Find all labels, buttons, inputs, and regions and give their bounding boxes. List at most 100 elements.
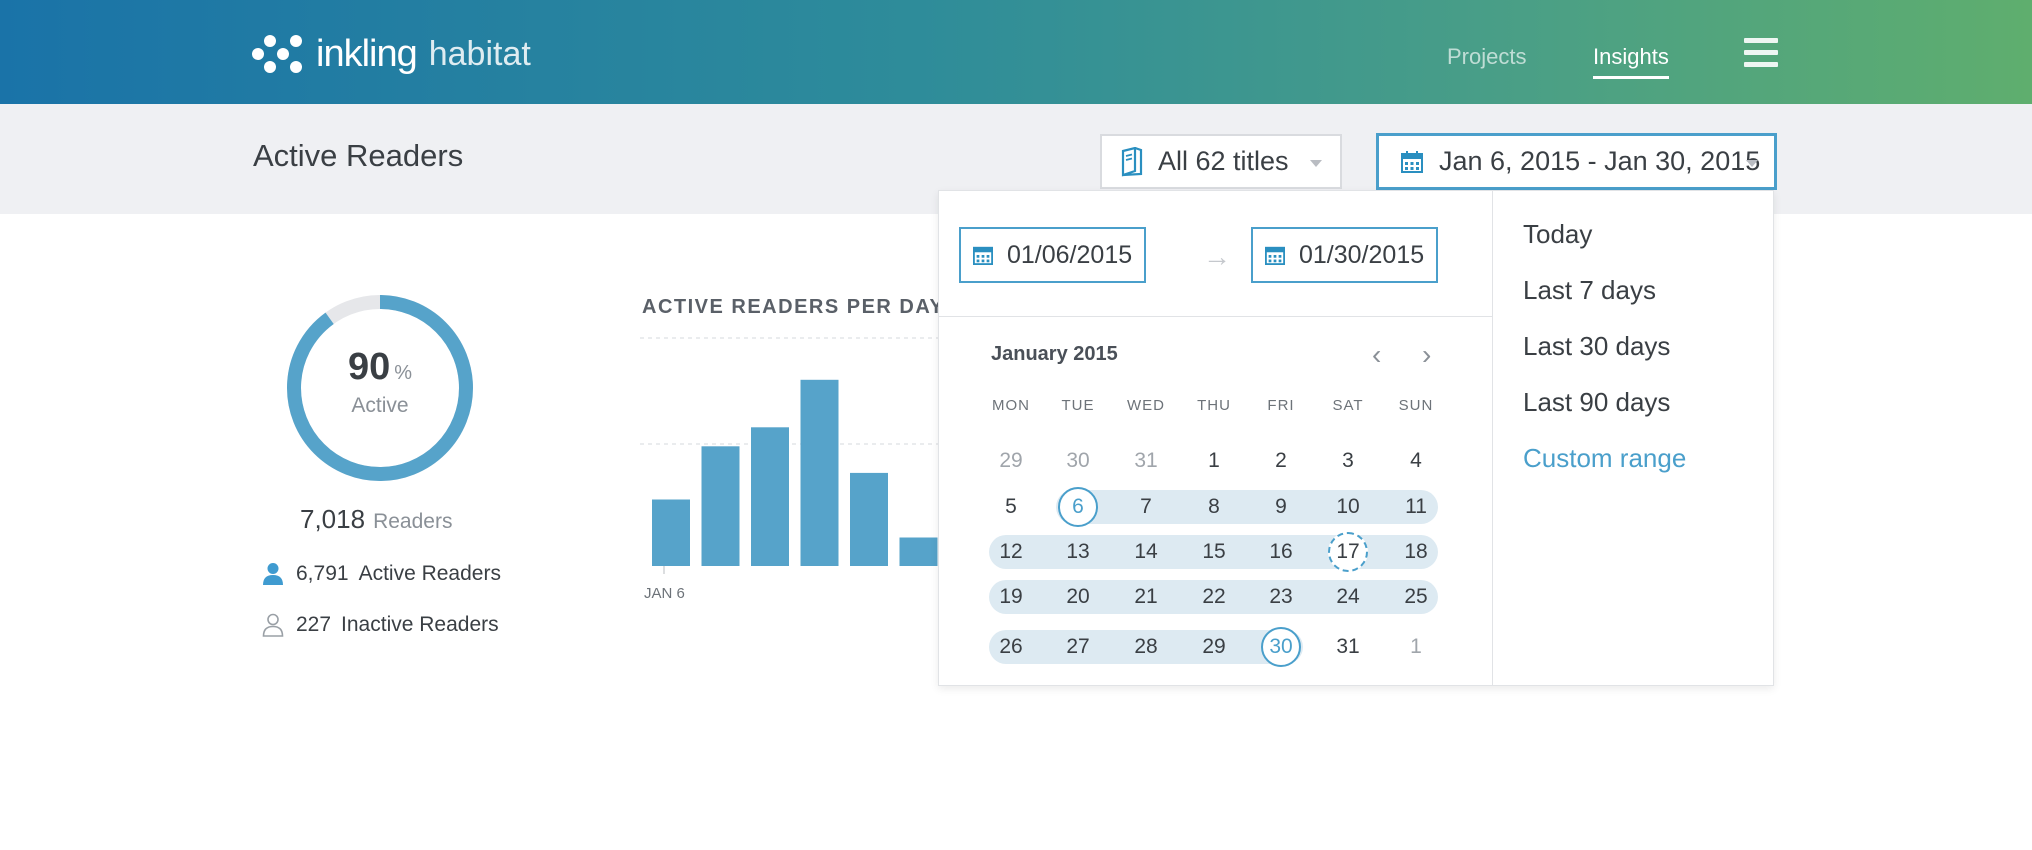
date-range-label: Jan 6, 2015 - Jan 30, 2015 <box>1439 146 1761 176</box>
weekday-header: THU <box>1197 397 1231 414</box>
calendar-day[interactable]: 10 <box>1328 487 1368 527</box>
preset-custom-range[interactable]: Custom range <box>1523 443 1686 474</box>
calendar-day[interactable]: 5 <box>991 487 1031 527</box>
weekday-header: FRI <box>1267 397 1295 414</box>
end-date-field[interactable]: 01/30/2015 <box>1251 227 1438 283</box>
inactive-readers-label: Inactive Readers <box>341 613 499 636</box>
total-readers-count: 7,018 <box>300 504 366 534</box>
brand-product: habitat <box>428 34 531 73</box>
divider <box>1492 191 1493 685</box>
calendar-month-label: January 2015 <box>991 343 1118 365</box>
chart-bar[interactable] <box>652 499 690 567</box>
calendar-day[interactable]: 15 <box>1194 532 1234 572</box>
start-date-field[interactable]: 01/06/2015 <box>959 227 1146 283</box>
chart-bar[interactable] <box>899 537 938 567</box>
x-axis-tick-label: JAN 6 <box>644 585 685 602</box>
calendar-day[interactable]: 28 <box>1126 627 1166 667</box>
weekday-header: SUN <box>1398 397 1434 414</box>
active-readers-label: Active Readers <box>358 562 501 585</box>
total-readers: 7,018 Readers <box>300 504 452 535</box>
calendar-day[interactable]: 26 <box>991 627 1031 667</box>
calendar-day[interactable]: 23 <box>1261 577 1301 617</box>
chevron-down-icon <box>1746 160 1758 167</box>
inkling-habitat-logo[interactable]: inkling habitat <box>252 30 531 78</box>
preset-last-90-days[interactable]: Last 90 days <box>1523 387 1670 418</box>
calendar-day[interactable]: 31 <box>1126 441 1166 481</box>
chart-bar[interactable] <box>751 427 789 566</box>
date-range-dropdown[interactable]: Jan 6, 2015 - Jan 30, 2015 <box>1376 133 1777 190</box>
chart-bar[interactable] <box>701 446 740 566</box>
titles-filter-dropdown[interactable]: All 62 titles <box>1100 134 1342 189</box>
active-readers-count: 6,791 <box>296 562 349 585</box>
calendar-day[interactable]: 2 <box>1261 441 1301 481</box>
active-percent-value: 90% <box>347 346 413 388</box>
nav-insights[interactable]: Insights <box>1593 44 1669 70</box>
calendar-day[interactable]: 11 <box>1396 487 1436 527</box>
book-icon <box>1121 146 1143 177</box>
calendar-day[interactable]: 4 <box>1396 441 1436 481</box>
weekday-header: SAT <box>1332 397 1364 414</box>
percent-sign: % <box>394 362 413 384</box>
start-date-value: 01/06/2015 <box>1007 240 1133 269</box>
preset-last-7-days[interactable]: Last 7 days <box>1523 275 1656 306</box>
selected-range-band <box>1056 490 1438 524</box>
chevron-right-icon[interactable]: › <box>1422 341 1431 369</box>
calendar-day[interactable]: 19 <box>991 577 1031 617</box>
calendar-day[interactable]: 30 <box>1261 627 1301 667</box>
calendar-day[interactable]: 29 <box>991 441 1031 481</box>
calendar-day[interactable]: 21 <box>1126 577 1166 617</box>
chart-title: ACTIVE READERS PER DAY <box>642 296 945 318</box>
calendar-day[interactable]: 12 <box>991 532 1031 572</box>
calendar-day[interactable]: 17 <box>1328 532 1368 572</box>
chart-bar[interactable] <box>850 472 888 566</box>
calendar-day[interactable]: 27 <box>1058 627 1098 667</box>
calendar-day[interactable]: 7 <box>1126 487 1166 527</box>
titles-filter-label: All 62 titles <box>1158 146 1289 176</box>
calendar-icon <box>1265 246 1285 265</box>
calendar-day[interactable]: 8 <box>1194 487 1234 527</box>
active-readers-line: 6,791 Active Readers <box>262 562 501 586</box>
calendar-day[interactable]: 6 <box>1058 487 1098 527</box>
calendar-day[interactable]: 1 <box>1396 627 1436 667</box>
calendar-day[interactable]: 9 <box>1261 487 1301 527</box>
active-percent-label: Active <box>351 394 409 417</box>
calendar-day[interactable]: 18 <box>1396 532 1436 572</box>
calendar-day[interactable]: 31 <box>1328 627 1368 667</box>
nav-projects[interactable]: Projects <box>1447 44 1526 70</box>
hamburger-icon[interactable] <box>1744 38 1778 72</box>
calendar-day[interactable]: 24 <box>1328 577 1368 617</box>
active-nav-indicator <box>1593 76 1669 79</box>
calendar-day[interactable]: 30 <box>1058 441 1098 481</box>
weekday-header: WED <box>1127 397 1165 414</box>
brand-name: inkling <box>316 32 418 75</box>
weekday-header: MON <box>992 397 1030 414</box>
chevron-down-icon <box>1310 160 1322 167</box>
logo-dots-icon <box>252 31 302 77</box>
calendar-day[interactable]: 25 <box>1396 577 1436 617</box>
preset-last-30-days[interactable]: Last 30 days <box>1523 331 1670 362</box>
inactive-readers-count: 227 <box>296 613 332 636</box>
preset-today[interactable]: Today <box>1523 219 1592 250</box>
chart-bar[interactable] <box>800 379 839 566</box>
calendar-icon <box>973 246 993 265</box>
calendar-day[interactable]: 16 <box>1261 532 1301 572</box>
calendar-icon <box>1401 150 1423 173</box>
inactive-readers-line: 227 Inactive Readers <box>262 613 499 637</box>
calendar-day[interactable]: 1 <box>1194 441 1234 481</box>
active-readers-bar-chart: JAN 6 <box>640 337 940 602</box>
date-range-picker: 01/06/2015 → 01/30/2015 January 2015 ‹ ›… <box>938 190 1774 686</box>
end-date-value: 01/30/2015 <box>1299 240 1425 269</box>
calendar-day[interactable]: 14 <box>1126 532 1166 572</box>
weekday-header: TUE <box>1061 397 1095 414</box>
calendar-day[interactable]: 3 <box>1328 441 1368 481</box>
arrow-right-icon: → <box>1203 241 1231 272</box>
calendar-day[interactable]: 29 <box>1194 627 1234 667</box>
page-title: Active Readers <box>253 138 464 173</box>
user-outline-icon <box>262 613 284 637</box>
user-filled-icon <box>263 563 283 585</box>
calendar-day[interactable]: 13 <box>1058 532 1098 572</box>
chevron-left-icon[interactable]: ‹ <box>1372 341 1381 369</box>
calendar-day[interactable]: 22 <box>1194 577 1234 617</box>
calendar-day[interactable]: 20 <box>1058 577 1098 617</box>
total-readers-label: Readers <box>373 510 453 533</box>
